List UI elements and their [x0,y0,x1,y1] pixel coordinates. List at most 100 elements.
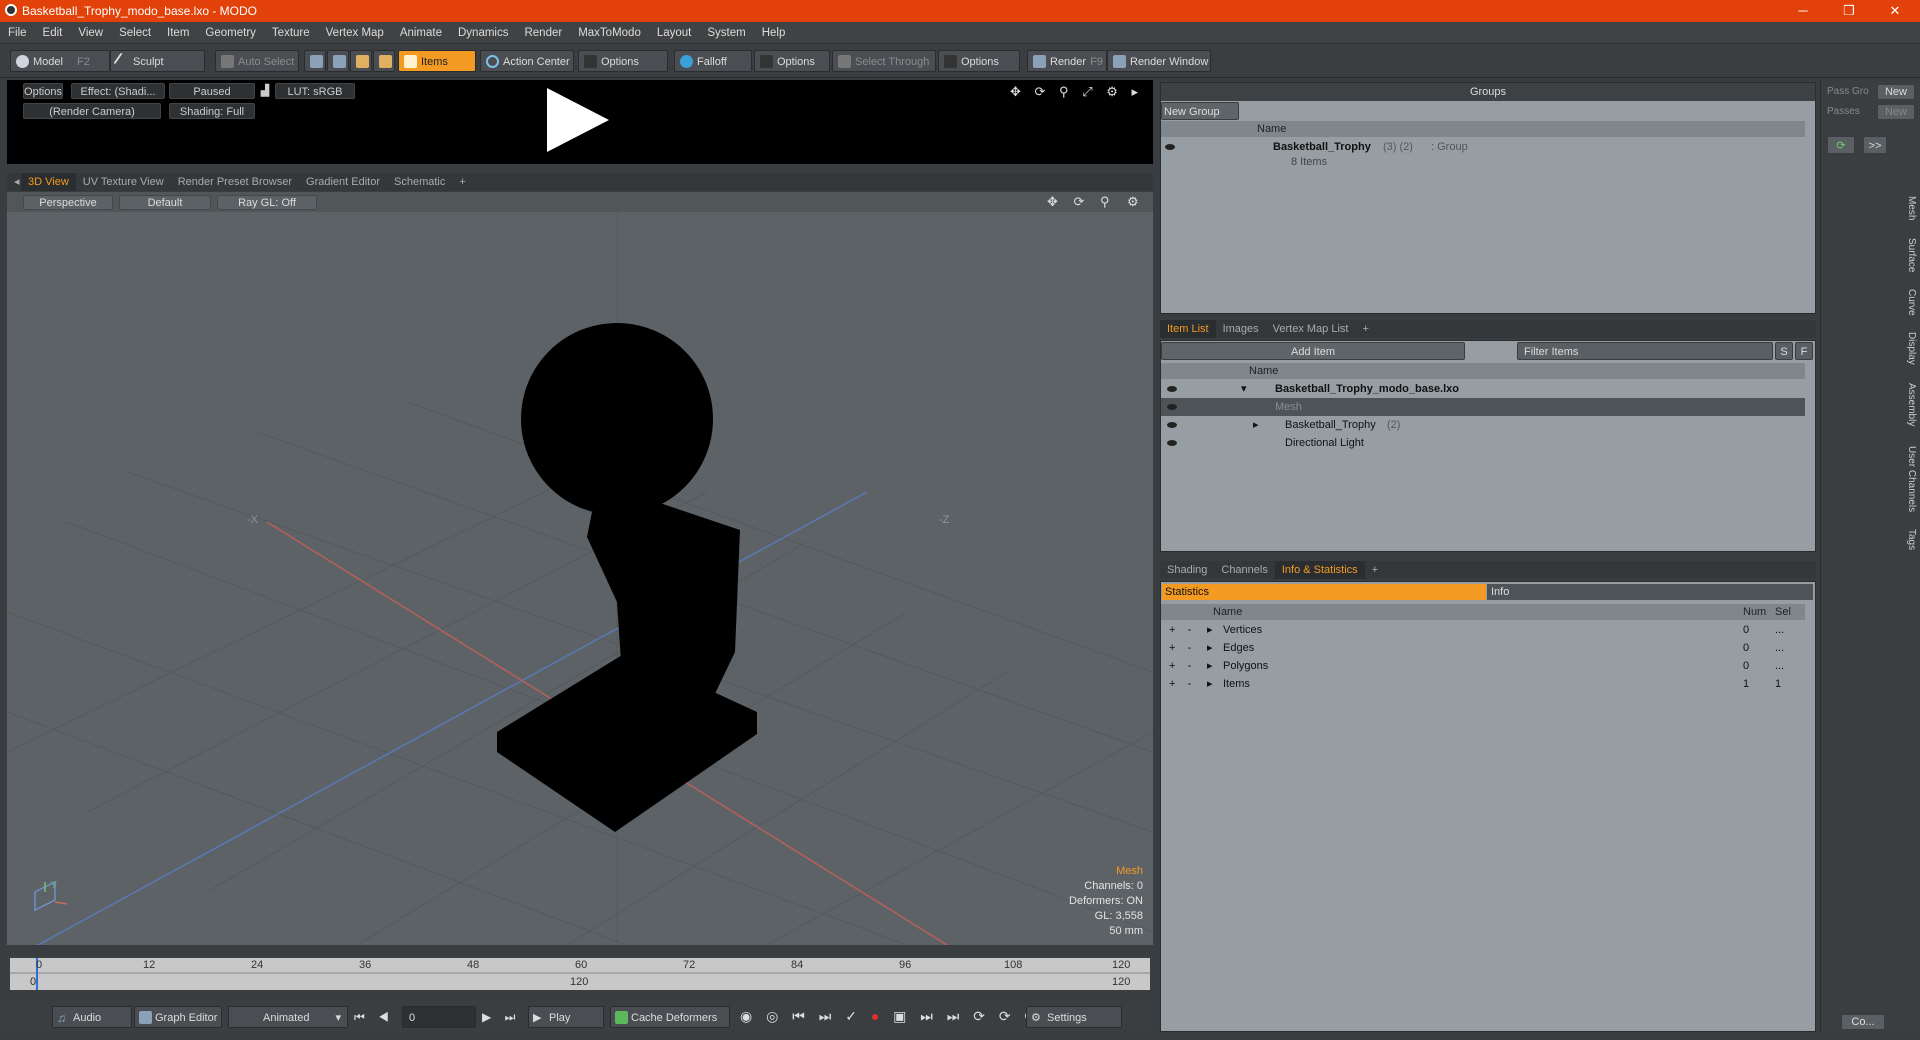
eye-icon[interactable] [1167,440,1177,447]
tab-3d-view[interactable]: 3D View [21,173,76,191]
menu-texture[interactable]: Texture [264,22,318,44]
maximize-button[interactable]: ❐ [1826,0,1872,22]
record-icon[interactable]: ● [871,1008,884,1024]
refresh-icon[interactable]: ⟳ [1827,136,1855,154]
tab-channels[interactable]: Channels [1214,561,1274,579]
sculpt-mode-button[interactable]: Sculpt [110,50,205,72]
row-arrow-icon[interactable]: ▸ [1207,639,1213,657]
expand-plus-icon[interactable]: + - [1169,639,1191,657]
skip-back-buttons[interactable]: ⏮ ◀ [354,1010,394,1025]
minimize-button[interactable]: ─ [1780,0,1826,22]
shading-style-dropdown[interactable]: Default [119,195,211,210]
tab-images[interactable]: Images [1216,320,1266,338]
expand-plus-icon[interactable]: + - [1169,657,1191,675]
filter-f-button[interactable]: F [1795,342,1813,360]
audio-button[interactable]: ♫ Audio [52,1006,132,1028]
stats-row-vertices[interactable]: + - ▸ Vertices 0 ... [1161,621,1805,639]
add-tab-button[interactable]: + [1365,561,1385,579]
menu-dynamics[interactable]: Dynamics [450,22,516,44]
play-button[interactable]: ▶ Play [528,1006,604,1028]
info-tab[interactable]: Info [1487,584,1813,600]
item-row-light[interactable]: Directional Light [1161,434,1805,452]
vtab-surface[interactable]: Surface [1901,230,1917,280]
row-arrow-icon[interactable]: ▸ [1207,675,1213,693]
add-tab-button[interactable]: + [1355,320,1375,338]
frame-field[interactable]: 0 [402,1006,476,1028]
vertices-mode-button[interactable] [304,50,326,72]
viewport-nav-icons[interactable]: ✥ ⟳ ⚲ [1047,194,1116,210]
items-mode-button[interactable]: Items [398,50,476,72]
select-through-button[interactable]: Select Through [832,50,936,72]
menu-view[interactable]: View [70,22,111,44]
model-mode-button[interactable]: Model F2 [10,50,110,72]
stats-row-polygons[interactable]: + - ▸ Polygons 0 ... [1161,657,1805,675]
menu-geometry[interactable]: Geometry [197,22,264,44]
settings-button[interactable]: ⚙ Settings [1026,1006,1122,1028]
graph-editor-button[interactable]: Graph Editor [134,1006,222,1028]
eye-icon[interactable] [1167,404,1177,411]
menu-animate[interactable]: Animate [392,22,450,44]
tab-vertex-map-list[interactable]: Vertex Map List [1266,320,1356,338]
menu-system[interactable]: System [699,22,753,44]
materials-mode-button[interactable] [373,50,395,72]
menu-layout[interactable]: Layout [649,22,700,44]
ray-gl-toggle[interactable]: Ray GL: Off [217,195,317,210]
viewport-gear-icon[interactable]: ⚙ [1127,194,1139,210]
falloff-options-button[interactable]: Options [754,50,830,72]
lock-icon[interactable]: ▟ [259,83,271,99]
edges-mode-button[interactable] [327,50,349,72]
lut-dropdown[interactable]: LUT: sRGB [275,83,355,99]
animated-dropdown[interactable]: Animated ▾ [228,1006,348,1028]
stats-row-items[interactable]: + - ▸ Items 1 1 [1161,675,1805,693]
new-pass-button[interactable]: New [1877,104,1915,120]
menu-item[interactable]: Item [159,22,197,44]
expand-arrow-icon[interactable]: ▾ [1241,380,1247,398]
skip-forward-buttons[interactable]: ▶ ⏭ [482,1010,520,1025]
tab-item-list[interactable]: Item List [1160,320,1216,338]
perspective-dropdown[interactable]: Perspective [23,195,113,210]
falloff-button[interactable]: Falloff [674,50,752,72]
row-arrow-icon[interactable]: ▸ [1207,657,1213,675]
tab-info-statistics[interactable]: Info & Statistics [1274,561,1365,579]
stats-row-edges[interactable]: + - ▸ Edges 0 ... [1161,639,1805,657]
filter-s-button[interactable]: S [1775,342,1793,360]
auto-select-button[interactable]: Auto Select [215,50,299,72]
menu-vertex-map[interactable]: Vertex Map [318,22,392,44]
group-row[interactable]: Basketball_Trophy (3) (2) : Group [1165,138,1805,156]
timeline-ruler[interactable]: 0 12 24 36 48 60 72 84 96 108 120 0 120 … [10,958,1150,990]
play-icon[interactable] [547,88,609,152]
tab-uv-texture-view[interactable]: UV Texture View [76,173,171,191]
menu-file[interactable]: File [0,22,35,44]
action-center-button[interactable]: Action Center [480,50,574,72]
new-pass-group-button[interactable]: New [1877,84,1915,100]
new-group-button[interactable]: New Group [1161,102,1239,120]
trophy-mesh[interactable] [497,323,757,832]
tab-menu-icon[interactable]: ◂ [7,173,21,191]
preview-effect-dropdown[interactable]: Effect: (Shadi... [71,83,165,99]
cache-deformers-button[interactable]: Cache Deformers [610,1006,730,1028]
polygons-mode-button[interactable] [350,50,372,72]
tab-shading[interactable]: Shading [1160,561,1214,579]
tab-schematic[interactable]: Schematic [387,173,452,191]
menu-select[interactable]: Select [111,22,159,44]
item-row-scene[interactable]: ▾ Basketball_Trophy_modo_base.lxo [1161,380,1805,398]
row-arrow-icon[interactable]: ▸ [1207,621,1213,639]
timeline[interactable]: 0 12 24 36 48 60 72 84 96 108 120 0 120 … [7,955,1153,995]
vtab-mesh[interactable]: Mesh [1901,188,1917,228]
close-button[interactable]: ✕ [1872,0,1918,22]
key-controls[interactable]: ◉ ◎ ⏮ ⏭ ✓ ● ▣ ⏭ ⏭ ⟳ ⟳ ⟳ [740,1008,1041,1025]
preview-paused-button[interactable]: Paused [169,83,255,99]
eye-icon[interactable] [1167,422,1177,429]
vtab-display[interactable]: Display [1901,324,1917,372]
preview-options-button[interactable]: Options [23,83,63,99]
menu-edit[interactable]: Edit [35,22,71,44]
render-button[interactable]: Render F9 [1027,50,1107,72]
preview-view-controls[interactable]: ✥ ⟳ ⚲ ⤢ ⚙ ▸ [1010,84,1143,100]
select-through-options-button[interactable]: Options [938,50,1020,72]
action-center-options-button[interactable]: Options [578,50,668,72]
vtab-tags[interactable]: Tags [1901,522,1917,558]
expand-arrows-button[interactable]: >> [1863,136,1887,154]
vtab-user-channels[interactable]: User Channels [1901,438,1917,520]
3d-viewport[interactable]: -X -Z Y Perspective Default Ray GL: Off … [7,192,1153,945]
eye-icon[interactable] [1165,144,1175,151]
